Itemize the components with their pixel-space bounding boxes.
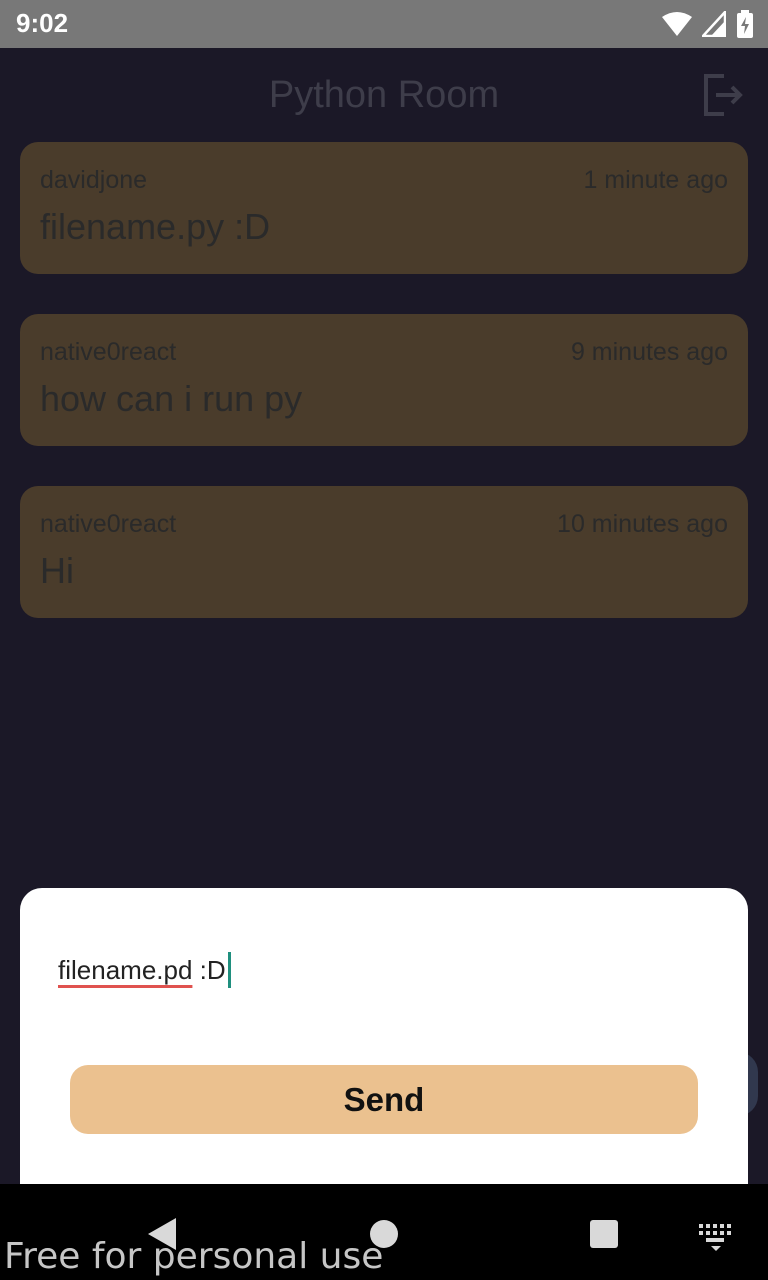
input-text: :D [192,954,226,985]
message-timestamp: 1 minute ago [583,166,728,194]
status-time: 9:02 [16,8,69,38]
page-title: Python Room [268,74,500,116]
message-text: how can i run py [40,378,303,419]
message-card[interactable]: native0react 9 minutes ago how can i run… [20,314,748,446]
message-composer-sheet: filename.pd :D Send [20,888,748,1184]
message-card[interactable]: native0react 10 minutes ago Hi [20,486,748,618]
watermark-text: Free for personal use [4,1236,384,1277]
send-button[interactable]: Send [70,1065,698,1134]
message-text: Hi [40,550,74,591]
battery-icon [737,10,753,38]
message-username: native0react [40,510,177,538]
keyboard-icon [699,1224,731,1251]
recents-button[interactable] [584,1214,624,1254]
message-input[interactable]: filename.pd :D [58,950,231,990]
logout-button[interactable] [700,72,746,118]
signal-icon [702,11,726,37]
logout-icon [704,74,743,116]
status-bar: 9:02 [0,0,768,48]
recents-icon [590,1220,618,1248]
keyboard-button[interactable] [696,1214,736,1254]
wifi-icon [662,12,692,36]
status-icons [662,10,754,38]
message-card[interactable]: davidjone 1 minute ago filename.py :D [20,142,748,274]
message-username: davidjone [40,166,148,194]
message-timestamp: 10 minutes ago [557,510,728,538]
message-timestamp: 9 minutes ago [570,338,728,366]
text-caret [227,952,231,988]
message-username: native0react [40,338,177,366]
message-text: filename.py :D [40,206,271,247]
misspelled-word[interactable]: filename.pd [58,955,192,986]
